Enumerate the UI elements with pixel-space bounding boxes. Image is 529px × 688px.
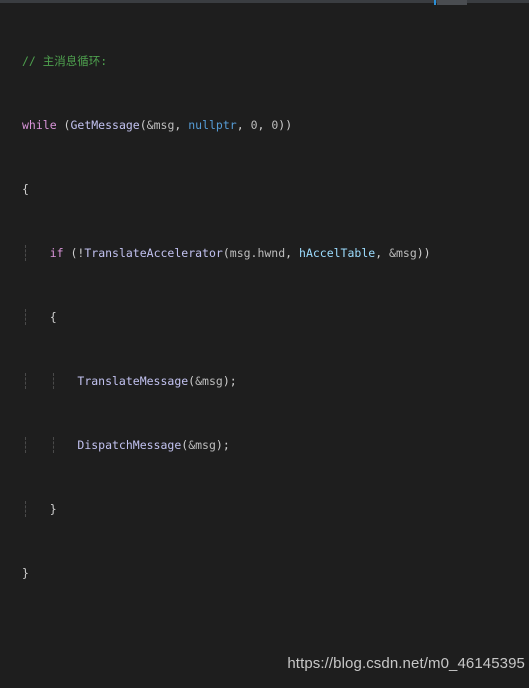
comment-token: // 主消息循环: — [22, 54, 108, 68]
csdn-watermark: https://blog.csdn.net/m0_46145395 — [287, 655, 525, 672]
function-getmessage: GetMessage — [70, 118, 140, 132]
code-line[interactable]: { — [0, 309, 529, 325]
punctuation: ( — [139, 118, 147, 132]
punctuation: )) — [278, 118, 293, 132]
brace-open: { — [22, 182, 29, 196]
indent-guide — [25, 245, 26, 261]
literal-nullptr: nullptr — [188, 118, 237, 132]
code-line[interactable]: { — [0, 181, 529, 197]
function-dispatchmessage: DispatchMessage — [77, 438, 182, 452]
arg-msg: &msg — [146, 118, 175, 132]
arg-msg: &msg — [195, 374, 223, 388]
function-translatemessage: TranslateMessage — [77, 374, 189, 388]
code-line[interactable]: TranslateMessage(&msg); — [0, 373, 529, 389]
arg-msg: &msg — [389, 246, 417, 260]
punctuation: (! — [63, 246, 85, 260]
brace-close: } — [22, 566, 29, 580]
keyword-while: while — [22, 118, 57, 132]
indent-guide — [25, 437, 26, 453]
source-code-block[interactable]: // 主消息循环: while (GetMessage(&msg, nullpt… — [0, 5, 529, 688]
code-line[interactable]: } — [0, 501, 529, 517]
punctuation: ( — [222, 246, 230, 260]
keyword-if: if — [49, 246, 64, 260]
arg-msg: &msg — [188, 438, 216, 452]
brace-close: } — [49, 502, 57, 516]
punctuation: ); — [222, 374, 237, 388]
code-editor-surface[interactable]: // 主消息循环: while (GetMessage(&msg, nullpt… — [0, 5, 529, 688]
punctuation: , — [257, 118, 272, 132]
punctuation: , — [285, 246, 300, 260]
code-line[interactable]: while (GetMessage(&msg, nullptr, 0, 0)) — [0, 117, 529, 133]
arg-msg-hwnd: msg.hwnd — [229, 246, 286, 260]
punctuation: ); — [215, 438, 230, 452]
code-line[interactable]: } — [0, 565, 529, 581]
indent-guide — [25, 309, 26, 325]
code-line[interactable]: // 主消息循环: — [0, 53, 529, 69]
brace-open: { — [49, 310, 57, 324]
punctuation: , — [174, 118, 189, 132]
code-line[interactable]: DispatchMessage(&msg); — [0, 437, 529, 453]
indent-guide — [53, 437, 54, 453]
punctuation: , — [375, 246, 390, 260]
indent-guide — [25, 373, 26, 389]
punctuation: )) — [416, 246, 431, 260]
indent-guide — [53, 373, 54, 389]
punctuation: , — [236, 118, 251, 132]
code-line[interactable]: if (!TranslateAccelerator(msg.hwnd, hAcc… — [0, 245, 529, 261]
punctuation: ( — [56, 118, 71, 132]
indent-guide — [25, 501, 26, 517]
number-zero: 0 — [250, 118, 258, 132]
arg-haccel-table: hAccelTable — [299, 246, 376, 260]
function-translateaccelerator: TranslateAccelerator — [84, 246, 223, 260]
code-line-blank[interactable] — [0, 629, 529, 645]
